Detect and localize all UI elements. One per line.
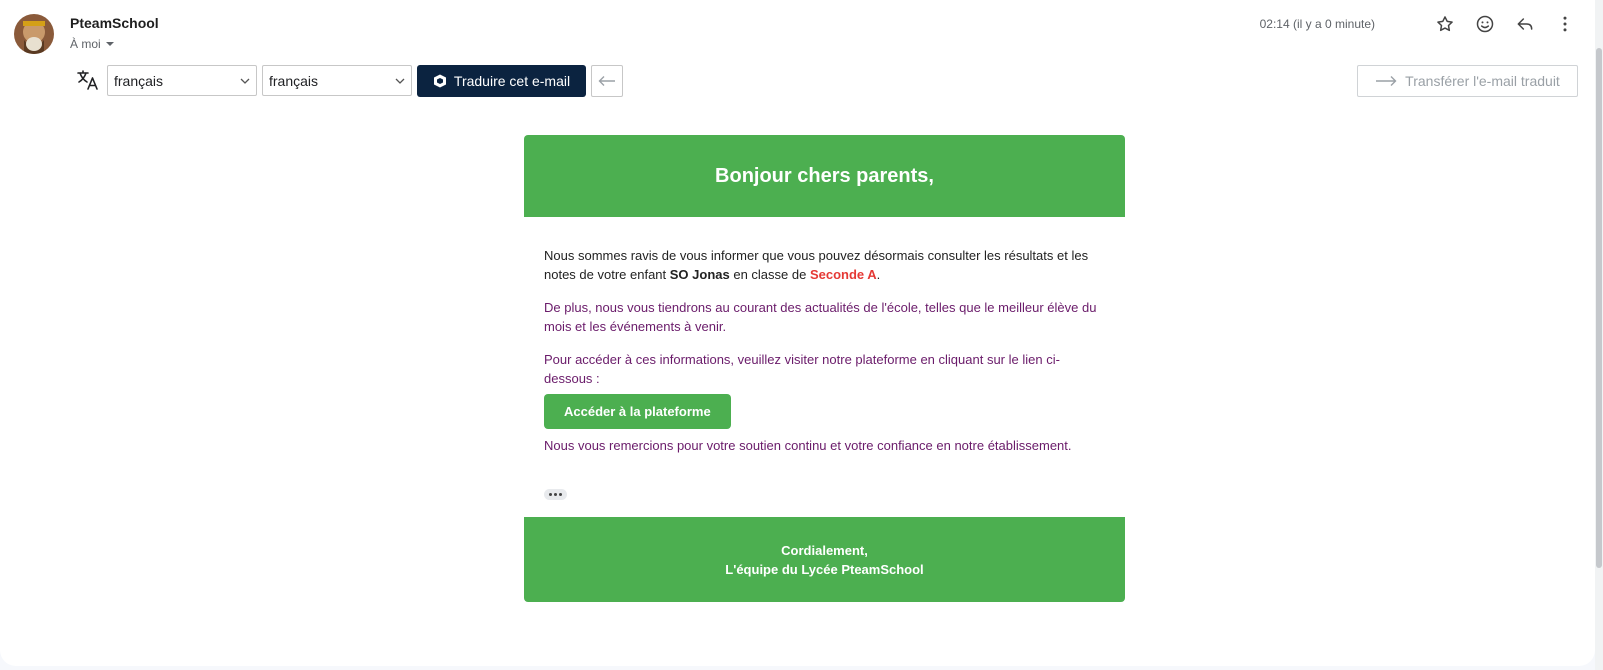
forward-translated-label: Transférer l'e-mail traduit bbox=[1405, 73, 1560, 89]
source-language-select[interactable]: français bbox=[107, 65, 257, 96]
cube-icon bbox=[433, 74, 446, 88]
scrollbar[interactable] bbox=[1595, 0, 1603, 670]
footer-line-2: L'équipe du Lycée PteamSchool bbox=[725, 561, 924, 577]
back-button[interactable] bbox=[591, 65, 623, 97]
translate-icon bbox=[76, 68, 100, 92]
email-title: Bonjour chers parents, bbox=[524, 135, 1125, 217]
email-body: Bonjour chers parents, Nous sommes ravis… bbox=[524, 135, 1125, 602]
chevron-down-icon bbox=[105, 42, 114, 46]
star-icon[interactable] bbox=[1433, 12, 1457, 36]
access-platform-button[interactable]: Accéder à la plateforme bbox=[544, 394, 731, 429]
paragraph-intro-end: . bbox=[876, 267, 881, 282]
email-footer: Cordialement, L'équipe du Lycée PteamSch… bbox=[524, 517, 1125, 602]
emoji-icon[interactable] bbox=[1473, 12, 1497, 36]
target-language-value: français bbox=[269, 72, 319, 89]
scrollbar-thumb[interactable] bbox=[1596, 48, 1602, 568]
show-trimmed-content-button[interactable] bbox=[544, 489, 567, 500]
email-content: Nous sommes ravis de vous informer que v… bbox=[524, 217, 1125, 517]
email-panel: PteamSchool À moi 02:14 (il y a 0 minute… bbox=[0, 0, 1595, 666]
student-name: SO Jonas bbox=[669, 267, 730, 282]
paragraph-news: De plus, nous vous tiendrons au courant … bbox=[544, 300, 1097, 334]
translate-email-button[interactable]: Traduire cet e-mail bbox=[417, 65, 586, 97]
class-name: Seconde A bbox=[809, 267, 877, 282]
chevron-down-icon bbox=[240, 78, 250, 84]
timestamp: 02:14 (il y a 0 minute) bbox=[1259, 17, 1375, 31]
paragraph-intro: Nous sommes ravis de vous informer que v… bbox=[544, 246, 1105, 284]
source-language-value: français bbox=[114, 72, 164, 89]
recipient-label: À moi bbox=[70, 37, 101, 51]
footer-line-1: Cordialement, bbox=[781, 542, 868, 558]
target-language-select[interactable]: français bbox=[262, 65, 412, 96]
reply-icon[interactable] bbox=[1513, 12, 1537, 36]
arrow-left-icon bbox=[598, 76, 615, 86]
paragraph-intro-mid: en classe de bbox=[729, 267, 810, 282]
recipient-dropdown[interactable]: À moi bbox=[70, 37, 115, 51]
translate-email-label: Traduire cet e-mail bbox=[453, 73, 571, 89]
paragraph-access: Pour accéder à ces informations, veuille… bbox=[544, 352, 1060, 386]
more-vert-icon[interactable] bbox=[1553, 12, 1577, 36]
forward-translated-button[interactable]: Transférer l'e-mail traduit bbox=[1357, 65, 1578, 97]
chevron-down-icon bbox=[395, 78, 405, 84]
paragraph-thanks: Nous vous remercions pour votre soutien … bbox=[544, 438, 1072, 453]
sender-name: PteamSchool bbox=[70, 15, 159, 31]
sender-avatar[interactable] bbox=[14, 14, 54, 54]
arrow-right-icon bbox=[1376, 76, 1397, 86]
